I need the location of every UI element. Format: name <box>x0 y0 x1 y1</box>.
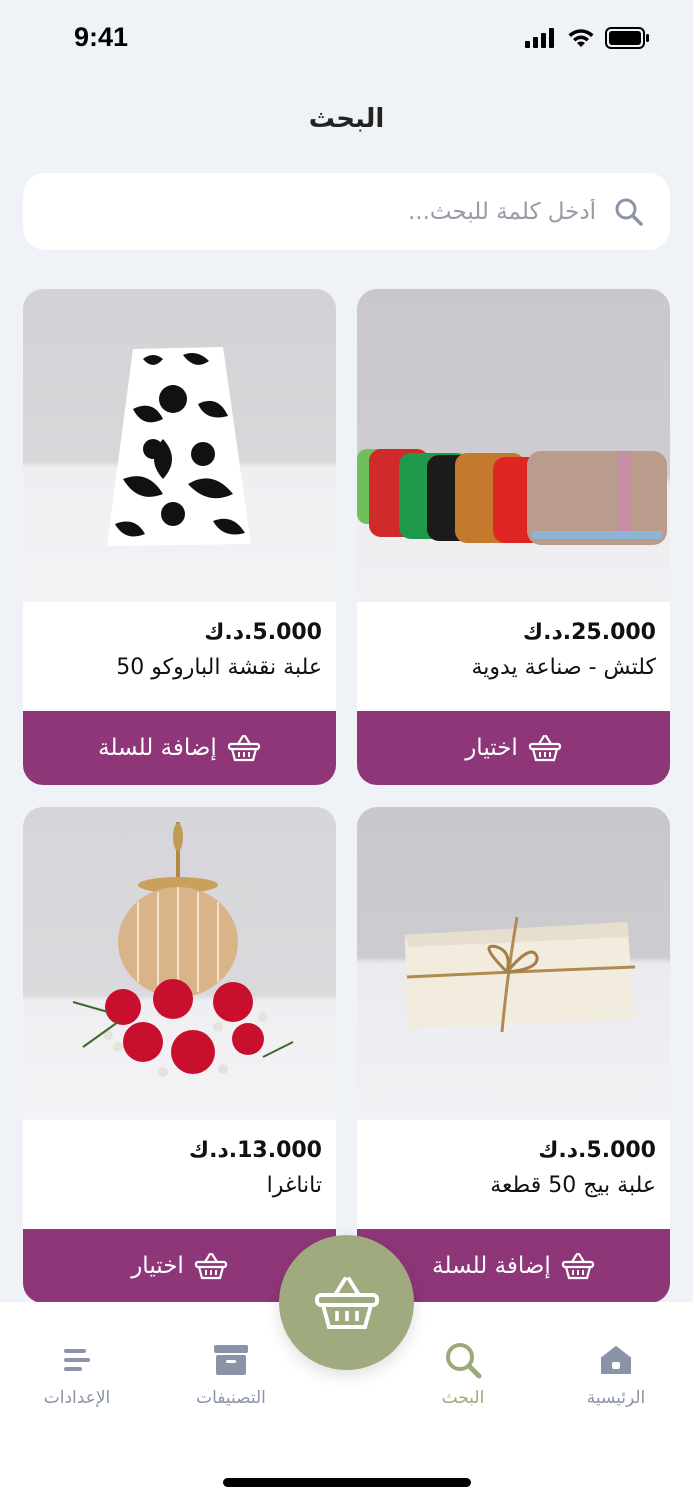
product-price: 5.000.د.ك <box>204 620 322 645</box>
button-label: إضافة للسلة <box>432 1253 551 1279</box>
basket-icon <box>528 734 561 762</box>
product-name: تاناغرا <box>266 1173 322 1198</box>
search-icon[interactable] <box>612 195 646 229</box>
nav-item-home[interactable]: الرئيسية <box>556 1340 676 1408</box>
nav-item-search[interactable]: البحث <box>403 1340 523 1408</box>
product-info: 5.000.د.ك علبة نقشة الباروكو 50 <box>23 602 336 711</box>
basket-icon <box>314 1276 379 1329</box>
cart-button[interactable] <box>279 1235 414 1370</box>
product-info: 25.000.د.ك كلتش - صناعة يدوية <box>357 602 670 711</box>
product-price: 5.000.د.ك <box>538 1138 656 1163</box>
button-label: إضافة للسلة <box>98 735 217 761</box>
signal-icon <box>525 28 554 48</box>
wifi-icon <box>568 29 594 47</box>
search-icon <box>446 1343 482 1379</box>
product-image-tanagra[interactable] <box>23 807 336 1120</box>
product-name: علبة نقشة الباروكو 50 <box>116 655 322 680</box>
status-time: 9:41 <box>74 22 129 52</box>
nav-item-categories[interactable]: التصنيفات <box>171 1340 291 1408</box>
basket-icon <box>561 1252 594 1280</box>
button-label: اختيار <box>131 1253 184 1279</box>
product-info: 13.000.د.ك تاناغرا <box>23 1120 336 1229</box>
select-button[interactable]: اختيار <box>357 711 670 785</box>
button-label: اختيار <box>465 735 518 761</box>
menu-lines-icon <box>64 1349 90 1371</box>
product-image-clutch[interactable] <box>357 289 670 602</box>
add-to-cart-button[interactable]: إضافة للسلة <box>23 711 336 785</box>
nav-label: الرئيسية <box>586 1388 646 1408</box>
basket-icon <box>227 734 260 762</box>
nav-label: البحث <box>441 1388 485 1408</box>
product-card[interactable]: 5.000.د.ك علبة نقشة الباروكو 50 إضافة لل… <box>23 289 336 785</box>
product-name: علبة بيج 50 قطعة <box>490 1173 656 1198</box>
status-bar: 9:41 <box>0 0 693 80</box>
product-info: 5.000.د.ك علبة بيج 50 قطعة <box>357 1120 670 1229</box>
page-title: البحث <box>308 104 385 134</box>
product-image-beige-box[interactable] <box>357 807 670 1120</box>
product-name: كلتش - صناعة يدوية <box>471 655 656 680</box>
nav-label: الإعدادات <box>43 1388 111 1408</box>
archive-icon <box>214 1345 248 1375</box>
search-bar[interactable] <box>23 173 670 250</box>
nav-label: التصنيفات <box>196 1388 266 1408</box>
home-indicator <box>223 1478 471 1487</box>
product-card[interactable]: 25.000.د.ك كلتش - صناعة يدوية اختيار <box>357 289 670 785</box>
product-card[interactable]: 13.000.د.ك تاناغرا اختيار <box>23 807 336 1303</box>
product-price: 25.000.د.ك <box>522 620 656 645</box>
basket-icon <box>194 1252 227 1280</box>
product-card[interactable]: 5.000.د.ك علبة بيج 50 قطعة إضافة للسلة <box>357 807 670 1303</box>
status-icons <box>525 27 649 49</box>
product-image-baroque-box[interactable] <box>23 289 336 602</box>
product-price: 13.000.د.ك <box>188 1138 322 1163</box>
nav-item-settings[interactable]: الإعدادات <box>17 1340 137 1408</box>
search-input[interactable] <box>76 198 596 225</box>
home-icon <box>601 1346 631 1374</box>
battery-icon <box>605 27 649 49</box>
